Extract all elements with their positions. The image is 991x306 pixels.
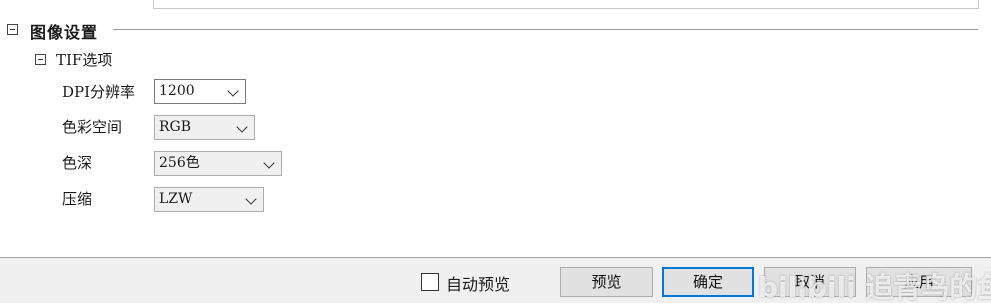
color-space-label: 色彩空间 bbox=[62, 118, 123, 136]
color-depth-label: 色深 bbox=[62, 154, 93, 172]
chevron-down-icon bbox=[245, 193, 257, 205]
dpi-label: DPI分辨率 bbox=[62, 83, 136, 101]
color-space-select[interactable]: RGB bbox=[154, 115, 255, 140]
chevron-down-icon bbox=[227, 85, 239, 97]
dpi-select[interactable]: 1200 bbox=[154, 79, 246, 104]
chevron-down-icon bbox=[263, 157, 275, 169]
section-title: 图像设置 bbox=[30, 23, 99, 42]
dpi-value: 1200 bbox=[159, 83, 195, 99]
apply-button[interactable]: 应用 bbox=[866, 267, 972, 297]
previous-panel-frame bbox=[153, 0, 979, 9]
color-space-value: RGB bbox=[159, 119, 192, 135]
collapse-tif-options-icon[interactable] bbox=[35, 54, 46, 65]
compression-label: 压缩 bbox=[62, 190, 93, 208]
ok-button[interactable]: 确定 bbox=[662, 267, 754, 297]
section-divider bbox=[113, 29, 978, 30]
tif-options-title: TIF选项 bbox=[56, 51, 113, 69]
auto-preview-checkbox[interactable] bbox=[421, 273, 439, 291]
collapse-image-settings-icon[interactable] bbox=[7, 24, 18, 35]
chevron-down-icon bbox=[236, 121, 248, 133]
color-depth-value: 256色 bbox=[159, 155, 200, 171]
color-depth-select[interactable]: 256色 bbox=[154, 151, 282, 176]
preview-button[interactable]: 预览 bbox=[560, 267, 653, 297]
compression-select[interactable]: LZW bbox=[154, 187, 264, 212]
compression-value: LZW bbox=[159, 191, 193, 207]
auto-preview-label[interactable]: 自动预览 bbox=[446, 271, 510, 295]
cancel-button[interactable]: 取消 bbox=[764, 267, 856, 297]
